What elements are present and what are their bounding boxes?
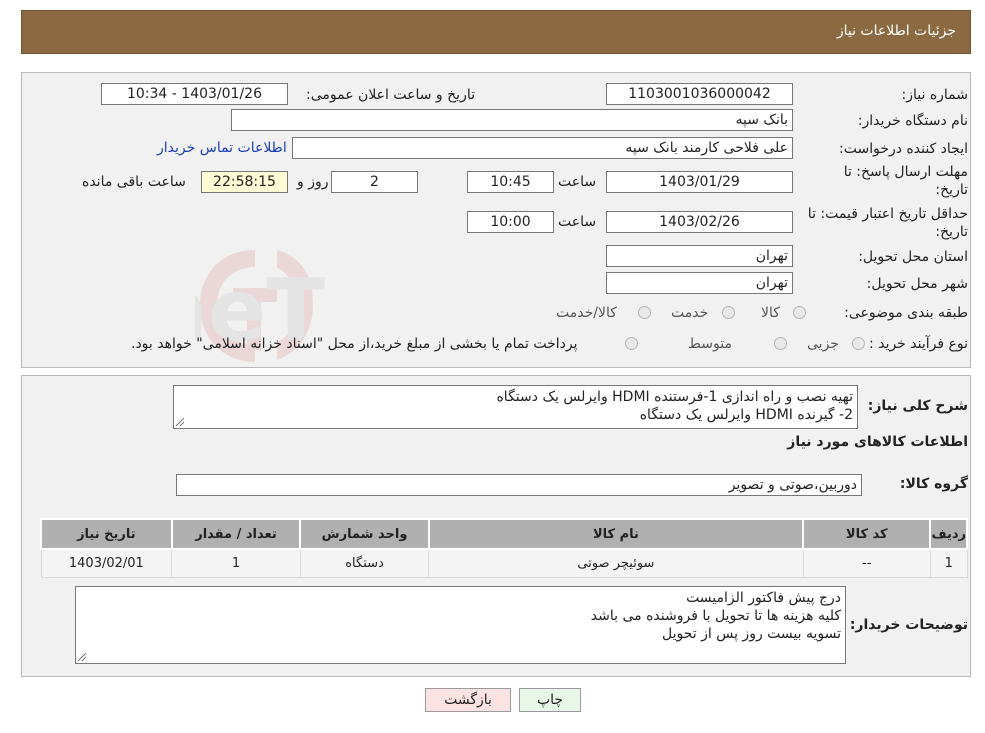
col-quantity: تعداد / مقدار xyxy=(170,518,302,550)
goods-table-header: ردیف کد کالا نام کالا واحد شمارش تعداد /… xyxy=(40,518,968,550)
cell-need-date: 1403/02/01 xyxy=(40,548,173,578)
print-button[interactable]: چاپ xyxy=(519,688,581,712)
process-label: نوع فرآیند خرید : xyxy=(869,336,968,352)
category-goods-service-radio[interactable] xyxy=(638,306,651,319)
creator-label: ایجاد کننده درخواست: xyxy=(839,141,968,157)
validity-time-field: 10:00 xyxy=(467,211,554,233)
payment-note: پرداخت تمام یا بخشی از مبلغ خرید،از محل … xyxy=(131,336,578,352)
category-goods-service-label: کالا/خدمت xyxy=(556,305,617,321)
deadline-time-label: ساعت xyxy=(558,174,597,190)
buyer-org-field: بانک سپه xyxy=(231,109,793,131)
province-field: تهران xyxy=(606,245,793,267)
buyer-notes-line-2: کلیه هزینه ها تا تحویل با فروشنده می باش… xyxy=(590,608,841,624)
buyer-notes-line-1: درج پیش فاکتور الزامیست xyxy=(686,590,841,606)
category-label: طبقه بندی موضوعی: xyxy=(844,305,968,321)
payment-note-checkbox[interactable] xyxy=(625,337,638,350)
category-goods-label: کالا xyxy=(761,305,780,321)
category-service-label: خدمت xyxy=(671,305,709,321)
description-label: شرح کلی نیاز: xyxy=(867,398,968,414)
deadline-label: مهلت ارسال پاسخ: تا xyxy=(843,164,968,180)
page-header: جزئیات اطلاعات نیاز xyxy=(21,10,971,54)
announce-field: 1403/01/26 - 10:34 xyxy=(101,83,288,105)
description-textarea[interactable]: تهیه نصب و راه اندازی 1-فرستنده HDMI وای… xyxy=(173,385,858,429)
need-number-label: شماره نیاز: xyxy=(901,87,969,103)
need-number-field: 1103001036000042 xyxy=(606,83,793,105)
buyer-notes-textarea[interactable]: درج پیش فاکتور الزامیست کلیه هزینه ها تا… xyxy=(75,586,846,664)
remaining-label: ساعت باقی مانده xyxy=(82,174,186,190)
creator-field: علی فلاحی کارمند بانک سپه xyxy=(292,137,793,159)
page-title: جزئیات اطلاعات نیاز xyxy=(836,23,956,39)
cell-name: سوئیچر صوتی xyxy=(428,548,804,578)
remaining-time-field: 22:58:15 xyxy=(201,171,288,193)
col-unit: واحد شمارش xyxy=(299,518,430,550)
deadline-time-field: 10:45 xyxy=(467,171,554,193)
category-service-radio[interactable] xyxy=(722,306,735,319)
table-row: 1 -- سوئیچر صوتی دستگاه 1 1403/02/01 xyxy=(40,548,968,578)
deadline-date-field: 1403/01/29 xyxy=(606,171,793,193)
cell-unit: دستگاه xyxy=(299,548,430,578)
goods-section-title: اطلاعات کالاهای مورد نیاز xyxy=(787,434,968,450)
province-label: استان محل تحویل: xyxy=(858,249,968,265)
city-label: شهر محل تحویل: xyxy=(866,276,968,292)
goods-table: ردیف کد کالا نام کالا واحد شمارش تعداد /… xyxy=(40,518,968,578)
process-partial-label: جزیی xyxy=(807,336,839,352)
col-name: نام کالا xyxy=(427,518,805,550)
description-line-2: 2- گیرنده HDMI وایرلس یک دستگاه xyxy=(639,407,853,423)
validity-label: حداقل تاریخ اعتبار قیمت: تا xyxy=(807,206,968,222)
buyer-contact-link[interactable]: اطلاعات تماس خریدار xyxy=(157,140,287,156)
validity-date-field: 1403/02/26 xyxy=(606,211,793,233)
resize-grip-icon[interactable] xyxy=(78,653,86,661)
process-medium-label: متوسط xyxy=(688,336,732,352)
col-row: ردیف xyxy=(929,518,968,550)
deadline-label-date: تاریخ: xyxy=(935,182,968,198)
buyer-notes-line-3: تسویه بیست روز پس از تحویل xyxy=(662,626,841,642)
buyer-org-label: نام دستگاه خریدار: xyxy=(857,113,968,129)
city-field: تهران xyxy=(606,272,793,294)
resize-grip-icon[interactable] xyxy=(176,418,184,426)
process-partial-radio[interactable] xyxy=(852,337,865,350)
cell-row: 1 xyxy=(929,548,968,578)
back-button[interactable]: بازگشت xyxy=(425,688,511,712)
buyer-notes-label: توضیحات خریدار: xyxy=(849,617,968,633)
announce-label: تاریخ و ساعت اعلان عمومی: xyxy=(306,87,475,103)
col-need-date: تاریخ نیاز xyxy=(40,518,173,550)
category-goods-radio[interactable] xyxy=(793,306,806,319)
goods-group-label: گروه کالا: xyxy=(899,476,968,492)
validity-time-label: ساعت xyxy=(558,214,597,230)
goods-group-field: دوربین،صوتی و تصویر xyxy=(176,474,862,496)
days-label: روز و xyxy=(297,174,329,190)
col-code: کد کالا xyxy=(802,518,932,550)
validity-label-date: تاریخ: xyxy=(935,224,968,240)
process-medium-radio[interactable] xyxy=(774,337,787,350)
cell-quantity: 1 xyxy=(171,548,301,578)
cell-code: -- xyxy=(802,548,931,578)
days-field: 2 xyxy=(331,171,418,193)
description-line-1: تهیه نصب و راه اندازی 1-فرستنده HDMI وای… xyxy=(496,389,853,405)
